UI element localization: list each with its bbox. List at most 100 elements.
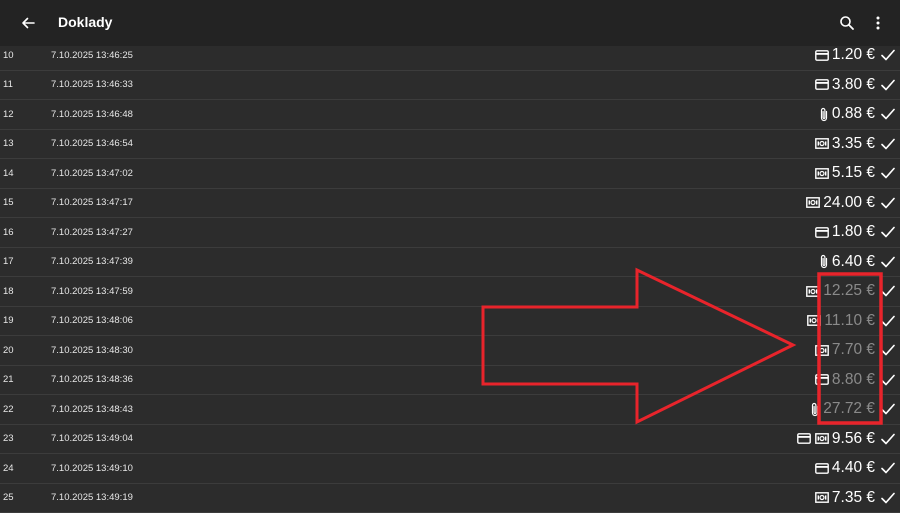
receipt-amount: 4.40 € xyxy=(832,459,875,477)
amount-currency: € xyxy=(866,341,875,358)
check-icon xyxy=(880,166,896,180)
receipt-amount: 27.72 € xyxy=(823,400,875,418)
receipt-row[interactable]: 257.10.2025 13:49:197.35 € xyxy=(0,484,900,513)
receipt-datetime: 7.10.2025 13:47:27 xyxy=(51,227,133,238)
amount-currency: € xyxy=(866,105,875,122)
more-vert-icon xyxy=(868,13,888,33)
receipt-amount: 3.35 € xyxy=(832,135,875,153)
check-icon xyxy=(880,255,896,269)
receipt-datetime: 7.10.2025 13:48:36 xyxy=(51,374,133,385)
receipt-index: 12 xyxy=(3,109,14,120)
receipt-datetime: 7.10.2025 13:46:54 xyxy=(51,138,133,149)
receipt-amount: 3.80 € xyxy=(832,76,875,94)
amount-value: 9.56 xyxy=(832,430,862,447)
payment-type-icons xyxy=(815,227,829,238)
payment-type-icons xyxy=(810,402,820,417)
receipt-row[interactable]: 237.10.2025 13:49:049.56 € xyxy=(0,425,900,455)
amount-currency: € xyxy=(866,135,875,152)
receipt-row[interactable]: 227.10.2025 13:48:4327.72 € xyxy=(0,395,900,425)
receipt-datetime: 7.10.2025 13:47:17 xyxy=(51,197,133,208)
receipt-row[interactable]: 157.10.2025 13:47:1724.00 € xyxy=(0,189,900,219)
receipt-index: 17 xyxy=(3,256,14,267)
back-button[interactable] xyxy=(18,13,38,33)
receipt-index: 24 xyxy=(3,463,14,474)
receipt-row[interactable]: 167.10.2025 13:47:271.80 € xyxy=(0,218,900,248)
amount-currency: € xyxy=(866,253,875,270)
payment-type-icons xyxy=(819,107,829,122)
page-title: Doklady xyxy=(58,14,112,30)
cash-icon xyxy=(806,197,820,208)
receipt-row[interactable]: 137.10.2025 13:46:543.35 € xyxy=(0,130,900,160)
cash-icon xyxy=(807,315,821,326)
search-button[interactable] xyxy=(838,14,858,32)
receipt-datetime: 7.10.2025 13:48:06 xyxy=(51,315,133,326)
payment-type-icons xyxy=(819,254,829,269)
cash-icon xyxy=(815,492,829,503)
receipt-amount-area: 7.70 € xyxy=(815,336,896,365)
receipt-row[interactable]: 177.10.2025 13:47:396.40 € xyxy=(0,248,900,278)
receipt-index: 21 xyxy=(3,374,14,385)
search-icon xyxy=(838,14,856,32)
amount-value: 0.88 xyxy=(832,105,862,122)
card-icon xyxy=(815,227,829,238)
receipt-index: 22 xyxy=(3,404,14,415)
payment-type-icons xyxy=(797,433,829,444)
payment-type-icons xyxy=(807,315,821,326)
payment-type-icons xyxy=(815,463,829,474)
receipt-datetime: 7.10.2025 13:49:19 xyxy=(51,492,133,503)
receipt-datetime: 7.10.2025 13:46:48 xyxy=(51,109,133,120)
amount-value: 12.25 xyxy=(823,282,862,299)
cash-icon xyxy=(815,168,829,179)
check-icon xyxy=(880,284,896,298)
receipt-index: 11 xyxy=(3,79,13,90)
cash-icon xyxy=(806,286,820,297)
receipt-datetime: 7.10.2025 13:46:25 xyxy=(51,50,133,61)
receipt-index: 14 xyxy=(3,168,14,179)
amount-value: 7.35 xyxy=(832,489,862,506)
receipt-index: 16 xyxy=(3,227,14,238)
receipt-datetime: 7.10.2025 13:46:33 xyxy=(51,79,133,90)
amount-currency: € xyxy=(866,312,875,329)
receipt-row[interactable]: 20 7.10.2025 13:48:30 7.70 € xyxy=(0,336,900,366)
payment-type-icons xyxy=(815,138,829,149)
receipt-datetime: 7.10.2025 13:48:30 xyxy=(51,345,133,356)
receipt-amount-area: 1.20 € xyxy=(815,41,896,70)
receipt-row[interactable]: 11 7.10.2025 13:46:33 3.80 € xyxy=(0,71,900,101)
receipt-row[interactable]: 147.10.2025 13:47:025.15 € xyxy=(0,159,900,189)
receipt-row[interactable]: 197.10.2025 13:48:0611.10 € xyxy=(0,307,900,337)
amount-value: 8.80 xyxy=(832,371,862,388)
amount-currency: € xyxy=(866,400,875,417)
amount-currency: € xyxy=(866,46,875,63)
receipt-index: 10 xyxy=(3,50,14,61)
card-icon xyxy=(815,50,829,61)
check-icon xyxy=(880,402,896,416)
card-icon xyxy=(815,79,829,90)
receipt-row[interactable]: 187.10.2025 13:47:5912.25 € xyxy=(0,277,900,307)
receipt-amount-area: 12.25 € xyxy=(806,277,896,306)
receipt-amount-area: 27.72 € xyxy=(810,395,896,424)
check-icon xyxy=(880,48,896,62)
amount-value: 3.35 xyxy=(832,135,862,152)
receipt-row[interactable]: 217.10.2025 13:48:368.80 € xyxy=(0,366,900,396)
amount-currency: € xyxy=(866,430,875,447)
receipt-amount-area: 11.10 € xyxy=(807,307,896,336)
receipt-amount-area: 5.15 € xyxy=(815,159,896,188)
amount-currency: € xyxy=(866,489,875,506)
receipt-amount: 12.25 € xyxy=(823,282,875,300)
payment-type-icons xyxy=(815,50,829,61)
receipt-row[interactable]: 10 7.10.2025 13:46:25 1.20 € xyxy=(0,41,900,71)
amount-currency: € xyxy=(866,282,875,299)
receipt-row[interactable]: 24 7.10.2025 13:49:10 4.40 € xyxy=(0,454,900,484)
receipt-amount-area: 4.40 € xyxy=(815,454,896,483)
receipt-datetime: 7.10.2025 13:49:10 xyxy=(51,463,133,474)
check-icon xyxy=(880,314,896,328)
amount-value: 1.80 xyxy=(832,223,862,240)
receipt-index: 20 xyxy=(3,345,14,356)
more-options-button[interactable] xyxy=(868,13,888,33)
receipt-amount: 11.10 € xyxy=(824,312,875,330)
amount-value: 3.80 xyxy=(832,76,862,93)
check-icon xyxy=(880,373,896,387)
receipt-row[interactable]: 12 7.10.2025 13:46:48 0.88 € xyxy=(0,100,900,130)
receipt-amount-area: 0.88 € xyxy=(819,100,896,129)
payment-type-icons xyxy=(815,168,829,179)
